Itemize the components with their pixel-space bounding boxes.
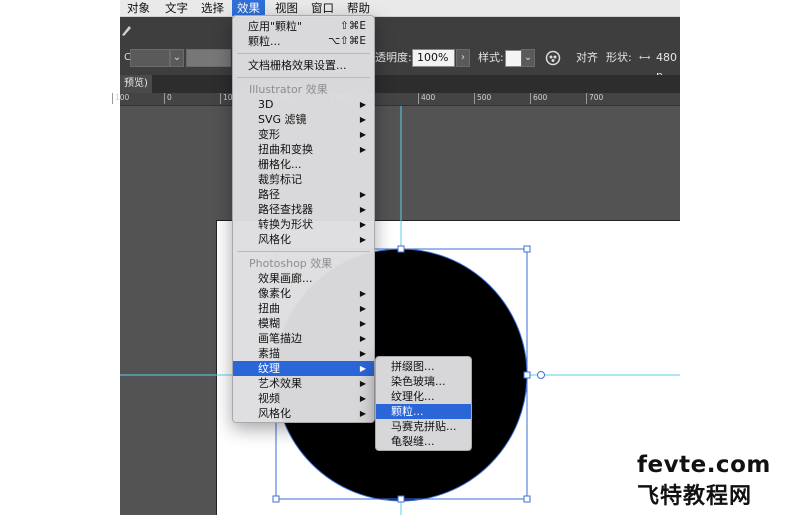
- shortcut-label: ⇧⌘E: [340, 20, 366, 32]
- menu-item-label: 裁剪标记: [258, 173, 302, 186]
- menu-item-stylize-photoshop[interactable]: 风格化 ▶: [233, 406, 374, 421]
- submenu-arrow-icon: ▶: [359, 379, 366, 388]
- menu-item-stylize-illustrator[interactable]: 风格化 ▶: [233, 232, 374, 247]
- submenu-arrow-icon: ▶: [359, 289, 366, 298]
- menu-item-texture[interactable]: 纹理 ▶: [233, 361, 374, 376]
- menu-item-sketch[interactable]: 素描 ▶: [233, 346, 374, 361]
- menu-item-label: 画笔描边: [258, 332, 302, 345]
- menu-item-last-effect[interactable]: 颗粒... ⌥⇧⌘E: [233, 34, 374, 49]
- menu-header-photoshop: Photoshop 效果: [249, 257, 333, 270]
- submenu-arrow-icon: ▶: [359, 394, 366, 403]
- menu-item-warp[interactable]: 变形 ▶: [233, 127, 374, 142]
- menu-item-svg-filters[interactable]: SVG 滤镜 ▶: [233, 112, 374, 127]
- menu-item-label: 纹理: [258, 362, 280, 375]
- submenu-arrow-icon: ▶: [359, 364, 366, 373]
- submenu-arrow-icon: ▶: [359, 100, 366, 109]
- submenu-arrow-icon: ▶: [359, 319, 366, 328]
- menu-item-effect-gallery[interactable]: 效果画廊...: [233, 271, 374, 286]
- menu-item-label: 扭曲: [258, 302, 280, 315]
- menu-item-label: 3D: [258, 98, 274, 111]
- submenu-arrow-icon: ▶: [359, 115, 366, 124]
- menu-separator: [237, 77, 370, 78]
- menu-header-illustrator: Illustrator 效果: [249, 83, 328, 96]
- menu-item-3d[interactable]: 3D ▶: [233, 97, 374, 112]
- submenu-item-mosaic-tiles[interactable]: 马赛克拼贴...: [376, 419, 471, 434]
- submenu-arrow-icon: ▶: [359, 130, 366, 139]
- submenu-arrow-icon: ▶: [359, 409, 366, 418]
- menu-item-label: 应用"颗粒": [248, 20, 303, 33]
- texture-submenu: 拼缀图... 染色玻璃... 纹理化... 颗粒... 马赛克拼贴... 龟裂缝…: [375, 356, 472, 451]
- menu-item-distort-transform[interactable]: 扭曲和变换 ▶: [233, 142, 374, 157]
- watermark-url: fevte.com: [637, 452, 771, 478]
- shortcut-label: ⌥⇧⌘E: [327, 35, 366, 47]
- menu-item-document-raster[interactable]: 文档栅格效果设置...: [233, 58, 374, 73]
- menu-item-crop-marks[interactable]: 裁剪标记: [233, 172, 374, 187]
- menu-item-pathfinder[interactable]: 路径查找器 ▶: [233, 202, 374, 217]
- submenu-arrow-icon: ▶: [359, 220, 366, 229]
- menu-item-distort[interactable]: 扭曲 ▶: [233, 301, 374, 316]
- submenu-item-grain[interactable]: 颗粒...: [376, 404, 471, 419]
- submenu-arrow-icon: ▶: [359, 304, 366, 313]
- menu-item-label: SVG 滤镜: [258, 113, 307, 126]
- menu-item-blur[interactable]: 模糊 ▶: [233, 316, 374, 331]
- menu-item-apply-last[interactable]: 应用"颗粒" ⇧⌘E: [233, 19, 374, 34]
- menu-item-label: 路径: [258, 188, 280, 201]
- menu-item-label: 栅格化...: [258, 158, 302, 171]
- menu-item-label: 路径查找器: [258, 203, 313, 216]
- menu-item-convert-to-shape[interactable]: 转换为形状 ▶: [233, 217, 374, 232]
- submenu-arrow-icon: ▶: [359, 145, 366, 154]
- menu-item-label: 变形: [258, 128, 280, 141]
- menu-item-label: 风格化: [258, 233, 291, 246]
- submenu-arrow-icon: ▶: [359, 349, 366, 358]
- submenu-arrow-icon: ▶: [359, 190, 366, 199]
- menu-item-label: 颗粒...: [248, 35, 281, 48]
- submenu-item-texturizer[interactable]: 纹理化...: [376, 389, 471, 404]
- live-shape-widget[interactable]: [537, 371, 545, 379]
- menu-item-label: 模糊: [258, 317, 280, 330]
- menu-item-label: 转换为形状: [258, 218, 313, 231]
- menu-item-label: 素描: [258, 347, 280, 360]
- menu-item-video[interactable]: 视频 ▶: [233, 391, 374, 406]
- menu-item-label: 扭曲和变换: [258, 143, 313, 156]
- submenu-item-patchwork[interactable]: 拼缀图...: [376, 359, 471, 374]
- menu-item-label: 艺术效果: [258, 377, 302, 390]
- menu-item-rasterize[interactable]: 栅格化...: [233, 157, 374, 172]
- menu-item-brush-strokes[interactable]: 画笔描边 ▶: [233, 331, 374, 346]
- menu-separator: [237, 53, 370, 54]
- submenu-arrow-icon: ▶: [359, 334, 366, 343]
- submenu-item-stained-glass[interactable]: 染色玻璃...: [376, 374, 471, 389]
- effect-menu: 应用"颗粒" ⇧⌘E 颗粒... ⌥⇧⌘E 文档栅格效果设置... Illust…: [232, 15, 375, 423]
- menu-item-label: 像素化: [258, 287, 291, 300]
- menu-item-path[interactable]: 路径 ▶: [233, 187, 374, 202]
- menu-item-label: 视频: [258, 392, 280, 405]
- menu-item-pixelate[interactable]: 像素化 ▶: [233, 286, 374, 301]
- menu-separator: [237, 251, 370, 252]
- watermark-site-name: 飞特教程网: [637, 484, 753, 509]
- menu-item-artistic[interactable]: 艺术效果 ▶: [233, 376, 374, 391]
- menu-item-label: 效果画廊...: [258, 272, 313, 285]
- menu-item-label: 风格化: [258, 407, 291, 420]
- submenu-arrow-icon: ▶: [359, 235, 366, 244]
- submenu-arrow-icon: ▶: [359, 205, 366, 214]
- submenu-item-craquelure[interactable]: 龟裂缝...: [376, 434, 471, 449]
